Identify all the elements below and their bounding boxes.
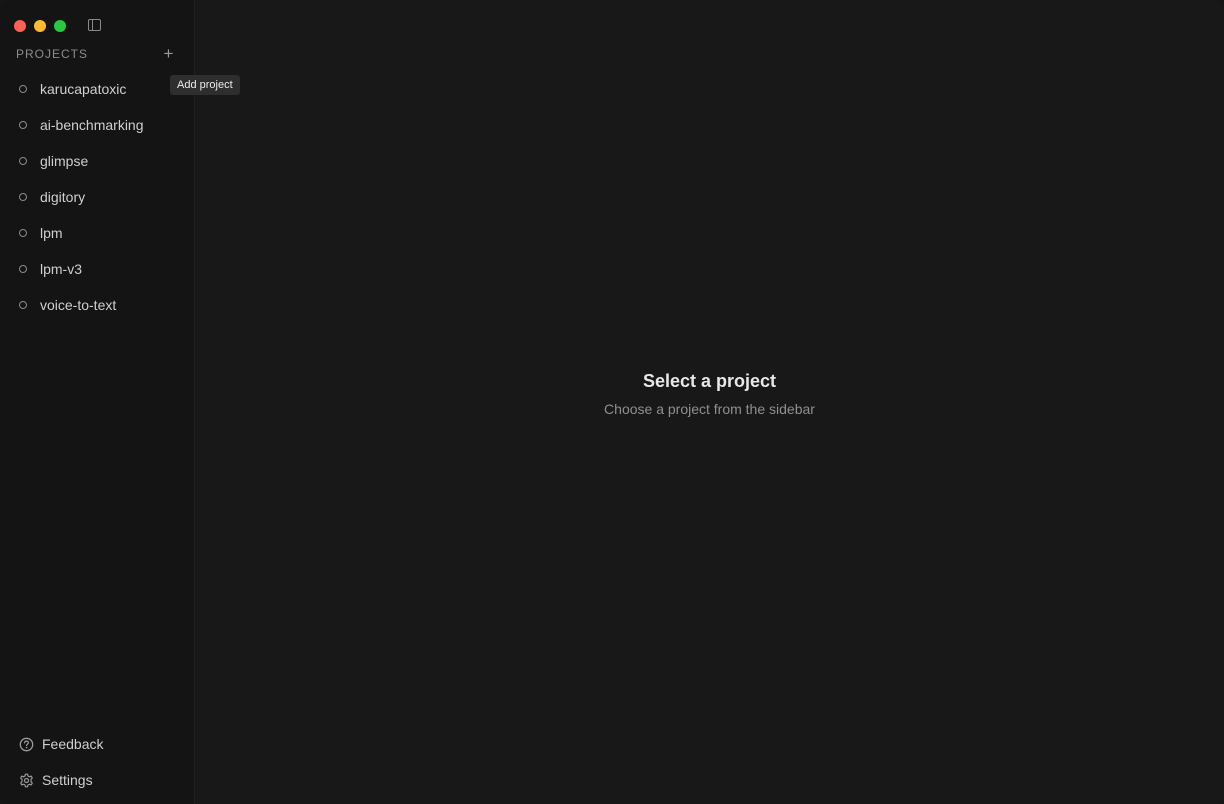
close-window-button[interactable]	[14, 20, 26, 32]
project-item-lpm[interactable]: lpm	[0, 215, 194, 251]
project-label: lpm	[40, 225, 63, 241]
empty-state-title: Select a project	[642, 371, 777, 391]
project-item-voice-to-text[interactable]: voice-to-text	[0, 287, 194, 323]
maximize-window-button[interactable]	[54, 20, 66, 32]
project-item-glimpse[interactable]: glimpse	[0, 143, 194, 179]
sidebar-toggle-icon[interactable]	[88, 19, 101, 31]
circle-icon	[19, 265, 27, 273]
project-label: digitory	[40, 189, 86, 205]
circle-icon	[19, 193, 27, 201]
project-list: karucapatoxic ai-benchmarking glimpse di…	[0, 71, 194, 323]
app-window: PROJECTS + Add project karucapatoxic ai-…	[0, 0, 1224, 804]
empty-state: Select a project Choose a project from t…	[195, 371, 1224, 417]
add-project-tooltip: Add project	[170, 75, 240, 95]
project-item-digitory[interactable]: digitory	[0, 179, 194, 215]
project-label: lpm-v3	[40, 261, 83, 277]
window-controls	[14, 20, 66, 32]
circle-icon	[19, 157, 27, 165]
project-label: voice-to-text	[40, 297, 117, 313]
settings-label: Settings	[42, 772, 93, 788]
project-item-ai-benchmarking[interactable]: ai-benchmarking	[0, 107, 194, 143]
project-label: ai-benchmarking	[40, 117, 144, 133]
gear-icon	[19, 773, 34, 788]
project-item-lpm-v3[interactable]: lpm-v3	[0, 251, 194, 287]
project-label: glimpse	[40, 153, 89, 169]
minimize-window-button[interactable]	[34, 20, 46, 32]
settings-button[interactable]: Settings	[19, 772, 93, 788]
main-content: Select a project Choose a project from t…	[195, 0, 1224, 804]
sidebar: PROJECTS + Add project karucapatoxic ai-…	[0, 0, 240, 804]
circle-icon	[19, 229, 27, 237]
feedback-button[interactable]: Feedback	[19, 736, 103, 752]
empty-state-subtitle: Choose a project from the sidebar	[604, 401, 815, 417]
plus-icon: +	[163, 44, 174, 63]
project-item-karucapatoxic[interactable]: karucapatoxic	[0, 71, 194, 107]
projects-section-title: PROJECTS	[16, 47, 89, 61]
circle-icon	[19, 301, 27, 309]
circle-icon	[19, 121, 27, 129]
help-circle-icon	[19, 737, 34, 752]
project-label: karucapatoxic	[40, 81, 127, 97]
feedback-label: Feedback	[42, 736, 104, 752]
circle-icon	[19, 85, 27, 93]
add-project-button[interactable]: +	[160, 45, 177, 62]
